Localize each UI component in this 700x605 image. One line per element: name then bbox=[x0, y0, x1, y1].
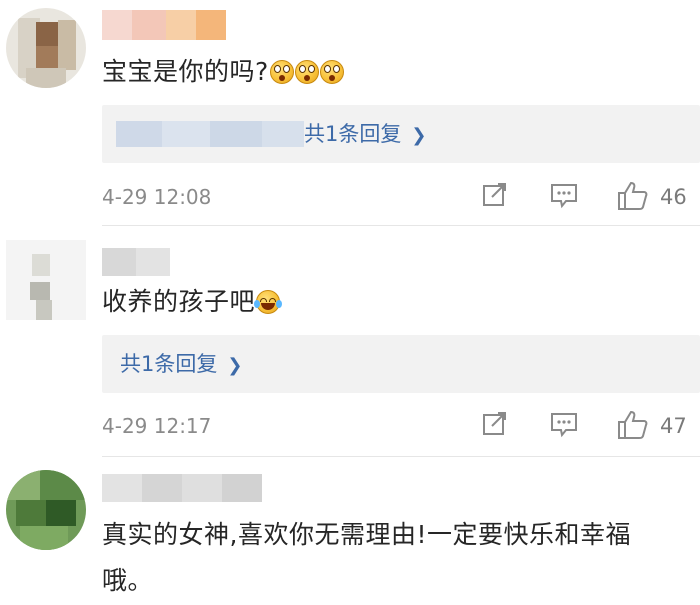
comment-meta: 4-29 12:08 46 bbox=[102, 180, 688, 214]
surprised-face-emoji bbox=[319, 60, 344, 84]
reply-count-label: 共1条回复 bbox=[120, 352, 218, 376]
timestamp: 4-29 12:08 bbox=[102, 185, 212, 209]
reply-preview[interactable]: 共1条回复 ❯ bbox=[102, 335, 700, 393]
share-edit-icon[interactable] bbox=[480, 180, 510, 214]
chevron-right-icon: ❯ bbox=[227, 355, 243, 376]
laughing-tears-emoji bbox=[254, 290, 283, 314]
comment-item: 收养的孩子吧 共1条回复 ❯ 4-29 12:17 47 bbox=[0, 226, 700, 458]
surprised-face-emoji bbox=[269, 60, 294, 84]
username-blurred[interactable] bbox=[102, 10, 226, 40]
comment-text: 真实的女神,喜欢你无需理由!一定要快乐和幸福哦。 bbox=[102, 520, 631, 595]
chevron-right-icon: ❯ bbox=[411, 125, 427, 146]
view-replies-link[interactable]: 共1条回复 ❯ bbox=[304, 119, 426, 151]
comment-feed: 宝宝是你的吗? 共1条回复 ❯ 4-29 12:08 46 收养的孩子吧 共1条… bbox=[0, 0, 700, 605]
comment-meta: 4-29 12:17 47 bbox=[102, 409, 688, 443]
thumbs-up-icon[interactable] bbox=[616, 409, 650, 445]
comment-text: 宝宝是你的吗? bbox=[102, 50, 678, 94]
comment-icon[interactable] bbox=[549, 180, 579, 214]
like-count: 47 bbox=[660, 414, 687, 438]
comment-item: 真实的女神,喜欢你无需理由!一定要快乐和幸福哦。 bbox=[0, 458, 700, 605]
avatar[interactable] bbox=[6, 8, 86, 88]
reply-count-label: 共1条回复 bbox=[304, 122, 402, 146]
surprised-face-emoji bbox=[294, 60, 319, 84]
thumbs-up-icon[interactable] bbox=[616, 180, 650, 216]
divider bbox=[102, 456, 700, 457]
username-blurred[interactable] bbox=[102, 248, 170, 276]
avatar[interactable] bbox=[6, 470, 86, 550]
comment-item: 宝宝是你的吗? 共1条回复 ❯ 4-29 12:08 46 bbox=[0, 0, 700, 226]
like-count: 46 bbox=[660, 185, 687, 209]
view-replies-link[interactable]: 共1条回复 ❯ bbox=[120, 349, 242, 381]
comment-text: 收养的孩子吧 bbox=[102, 280, 678, 324]
share-edit-icon[interactable] bbox=[480, 409, 510, 443]
reply-preview[interactable]: 共1条回复 ❯ bbox=[102, 105, 700, 163]
username-blurred[interactable] bbox=[102, 474, 262, 502]
comment-icon[interactable] bbox=[549, 409, 579, 443]
timestamp: 4-29 12:17 bbox=[102, 414, 212, 438]
avatar[interactable] bbox=[6, 240, 86, 320]
